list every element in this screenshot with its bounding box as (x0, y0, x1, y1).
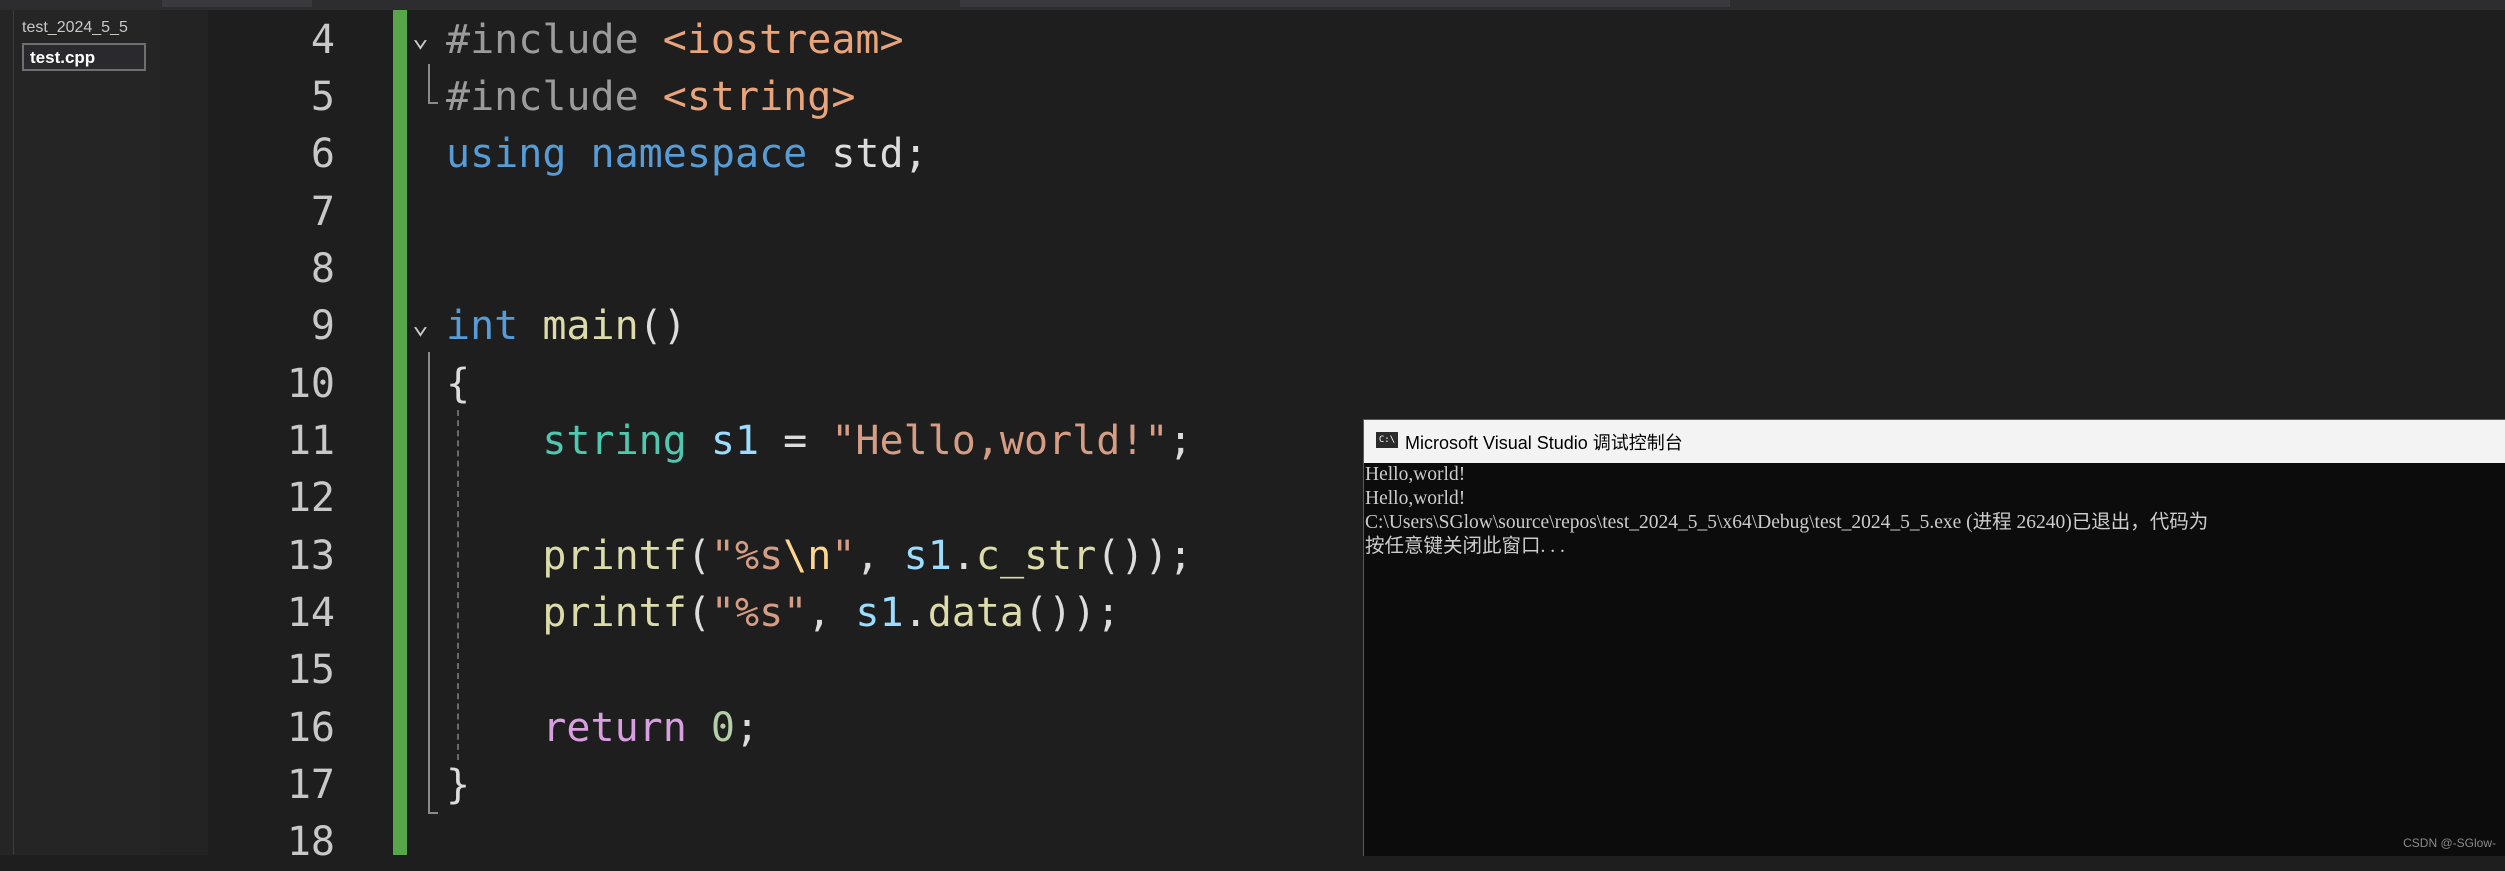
console-output[interactable]: Hello,world! Hello,world! C:\Users\SGlow… (1365, 463, 2505, 559)
code-line[interactable] (446, 240, 470, 298)
code-line[interactable]: printf("%s", s1.data()); (446, 584, 1120, 642)
code-line[interactable]: } (446, 756, 470, 814)
glyph-margin (160, 10, 208, 855)
fold-guide (428, 352, 430, 814)
line-number: 7 (310, 189, 335, 235)
code-line[interactable]: #include <string> (446, 68, 855, 126)
console-titlebar[interactable]: C:\ Microsoft Visual Studio 调试控制台 (1364, 420, 2505, 463)
console-line: C:\Users\SGlow\source\repos\test_2024_5_… (1365, 512, 2209, 533)
line-number: 15 (286, 647, 335, 693)
code-line[interactable]: using namespace std; (446, 125, 928, 183)
top-tab-strip (0, 0, 2505, 10)
code-line[interactable] (446, 183, 470, 241)
solution-explorer: test_2024_5_5 test.cpp (14, 10, 160, 855)
fold-chevron-down-icon[interactable]: ⌄ (412, 307, 429, 340)
line-number: 13 (286, 533, 335, 579)
line-number: 18 (286, 819, 335, 865)
code-line[interactable]: { (446, 355, 470, 413)
file-node-label: test.cpp (30, 48, 96, 67)
project-node[interactable]: test_2024_5_5 (22, 19, 128, 37)
fold-chevron-down-icon[interactable]: ⌄ (412, 20, 429, 53)
line-number: 4 (310, 17, 335, 63)
watermark: CSDN @-SGlow- (2403, 836, 2496, 850)
line-number: 12 (286, 475, 335, 521)
code-line[interactable] (446, 469, 470, 527)
line-number: 11 (286, 418, 335, 464)
editor-tab[interactable] (162, 0, 312, 7)
code-line[interactable]: printf("%s\n", s1.c_str()); (446, 527, 1192, 585)
line-number: 10 (286, 361, 335, 407)
editor-tab-secondary[interactable] (960, 0, 1730, 7)
line-number: 5 (310, 74, 335, 120)
line-number: 14 (286, 590, 335, 636)
code-line[interactable] (446, 641, 470, 699)
left-tool-panel (0, 10, 14, 855)
console-app-icon: C:\ (1376, 432, 1398, 448)
fold-guide-end (428, 812, 438, 814)
line-number: 17 (286, 762, 335, 808)
file-node-selected[interactable]: test.cpp (22, 43, 146, 71)
code-line[interactable]: int main() (446, 297, 687, 355)
line-number: 16 (286, 705, 335, 751)
line-number: 9 (310, 303, 335, 349)
console-line: Hello,world! (1365, 464, 1466, 485)
code-line[interactable]: string s1 = "Hello,world!"; (446, 412, 1192, 470)
code-line[interactable]: return 0; (446, 699, 759, 757)
change-tracking-bar (393, 10, 407, 855)
console-line: 按任意键关闭此窗口. . . (1365, 536, 1565, 557)
line-number: 6 (310, 131, 335, 177)
fold-guide-end (428, 102, 438, 104)
console-line: Hello,world! (1365, 488, 1466, 509)
code-line[interactable]: #include <iostream> (446, 11, 904, 69)
console-title: Microsoft Visual Studio 调试控制台 (1405, 433, 1683, 453)
line-number: 8 (310, 246, 335, 292)
debug-console-window[interactable]: C:\ Microsoft Visual Studio 调试控制台 Hello,… (1363, 419, 2505, 856)
fold-guide (428, 64, 430, 104)
